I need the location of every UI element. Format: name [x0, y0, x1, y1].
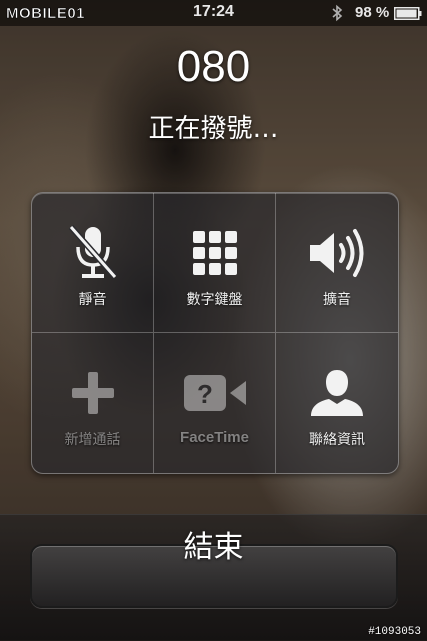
end-call-label: 結束 [183, 530, 244, 565]
mute-button[interactable]: 靜音 [32, 193, 154, 333]
facetime-icon: ? [183, 375, 246, 411]
mute-label: 靜音 [78, 292, 107, 308]
add-call-button[interactable]: 新增通話 [32, 333, 154, 473]
add-call-label: 新增通話 [64, 432, 121, 448]
bluetooth-icon [332, 4, 343, 22]
svg-text:?: ? [197, 379, 213, 409]
speaker-icon [310, 229, 364, 277]
status-bar: MOBILE01 17:24 98 % [0, 0, 427, 26]
contacts-button[interactable]: 聯絡資訊 [276, 333, 398, 473]
battery-fill [396, 9, 417, 18]
caller-number: 080 [176, 42, 251, 91]
battery-percent: 98 % [355, 4, 390, 21]
keypad-button[interactable]: 數字鍵盤 [154, 193, 276, 333]
keypad-label: 數字鍵盤 [186, 292, 243, 308]
contacts-icon [311, 370, 363, 416]
speaker-label: 擴音 [323, 292, 351, 308]
battery-icon [394, 7, 422, 20]
keypad-icon [192, 231, 237, 275]
speaker-button[interactable]: 擴音 [276, 193, 398, 333]
add-call-icon [71, 372, 114, 414]
call-status: 正在撥號… [148, 114, 279, 144]
call-control-panel: 靜音 數字鍵盤 擴音 新增通話 ? FaceTime 聯絡資訊 [31, 192, 399, 474]
facetime-label: FaceTime [180, 429, 249, 446]
contacts-label: 聯絡資訊 [309, 432, 365, 448]
photo-id: #1093053 [368, 626, 421, 638]
mute-mic-icon [68, 225, 117, 279]
facetime-button[interactable]: ? FaceTime [154, 333, 276, 473]
